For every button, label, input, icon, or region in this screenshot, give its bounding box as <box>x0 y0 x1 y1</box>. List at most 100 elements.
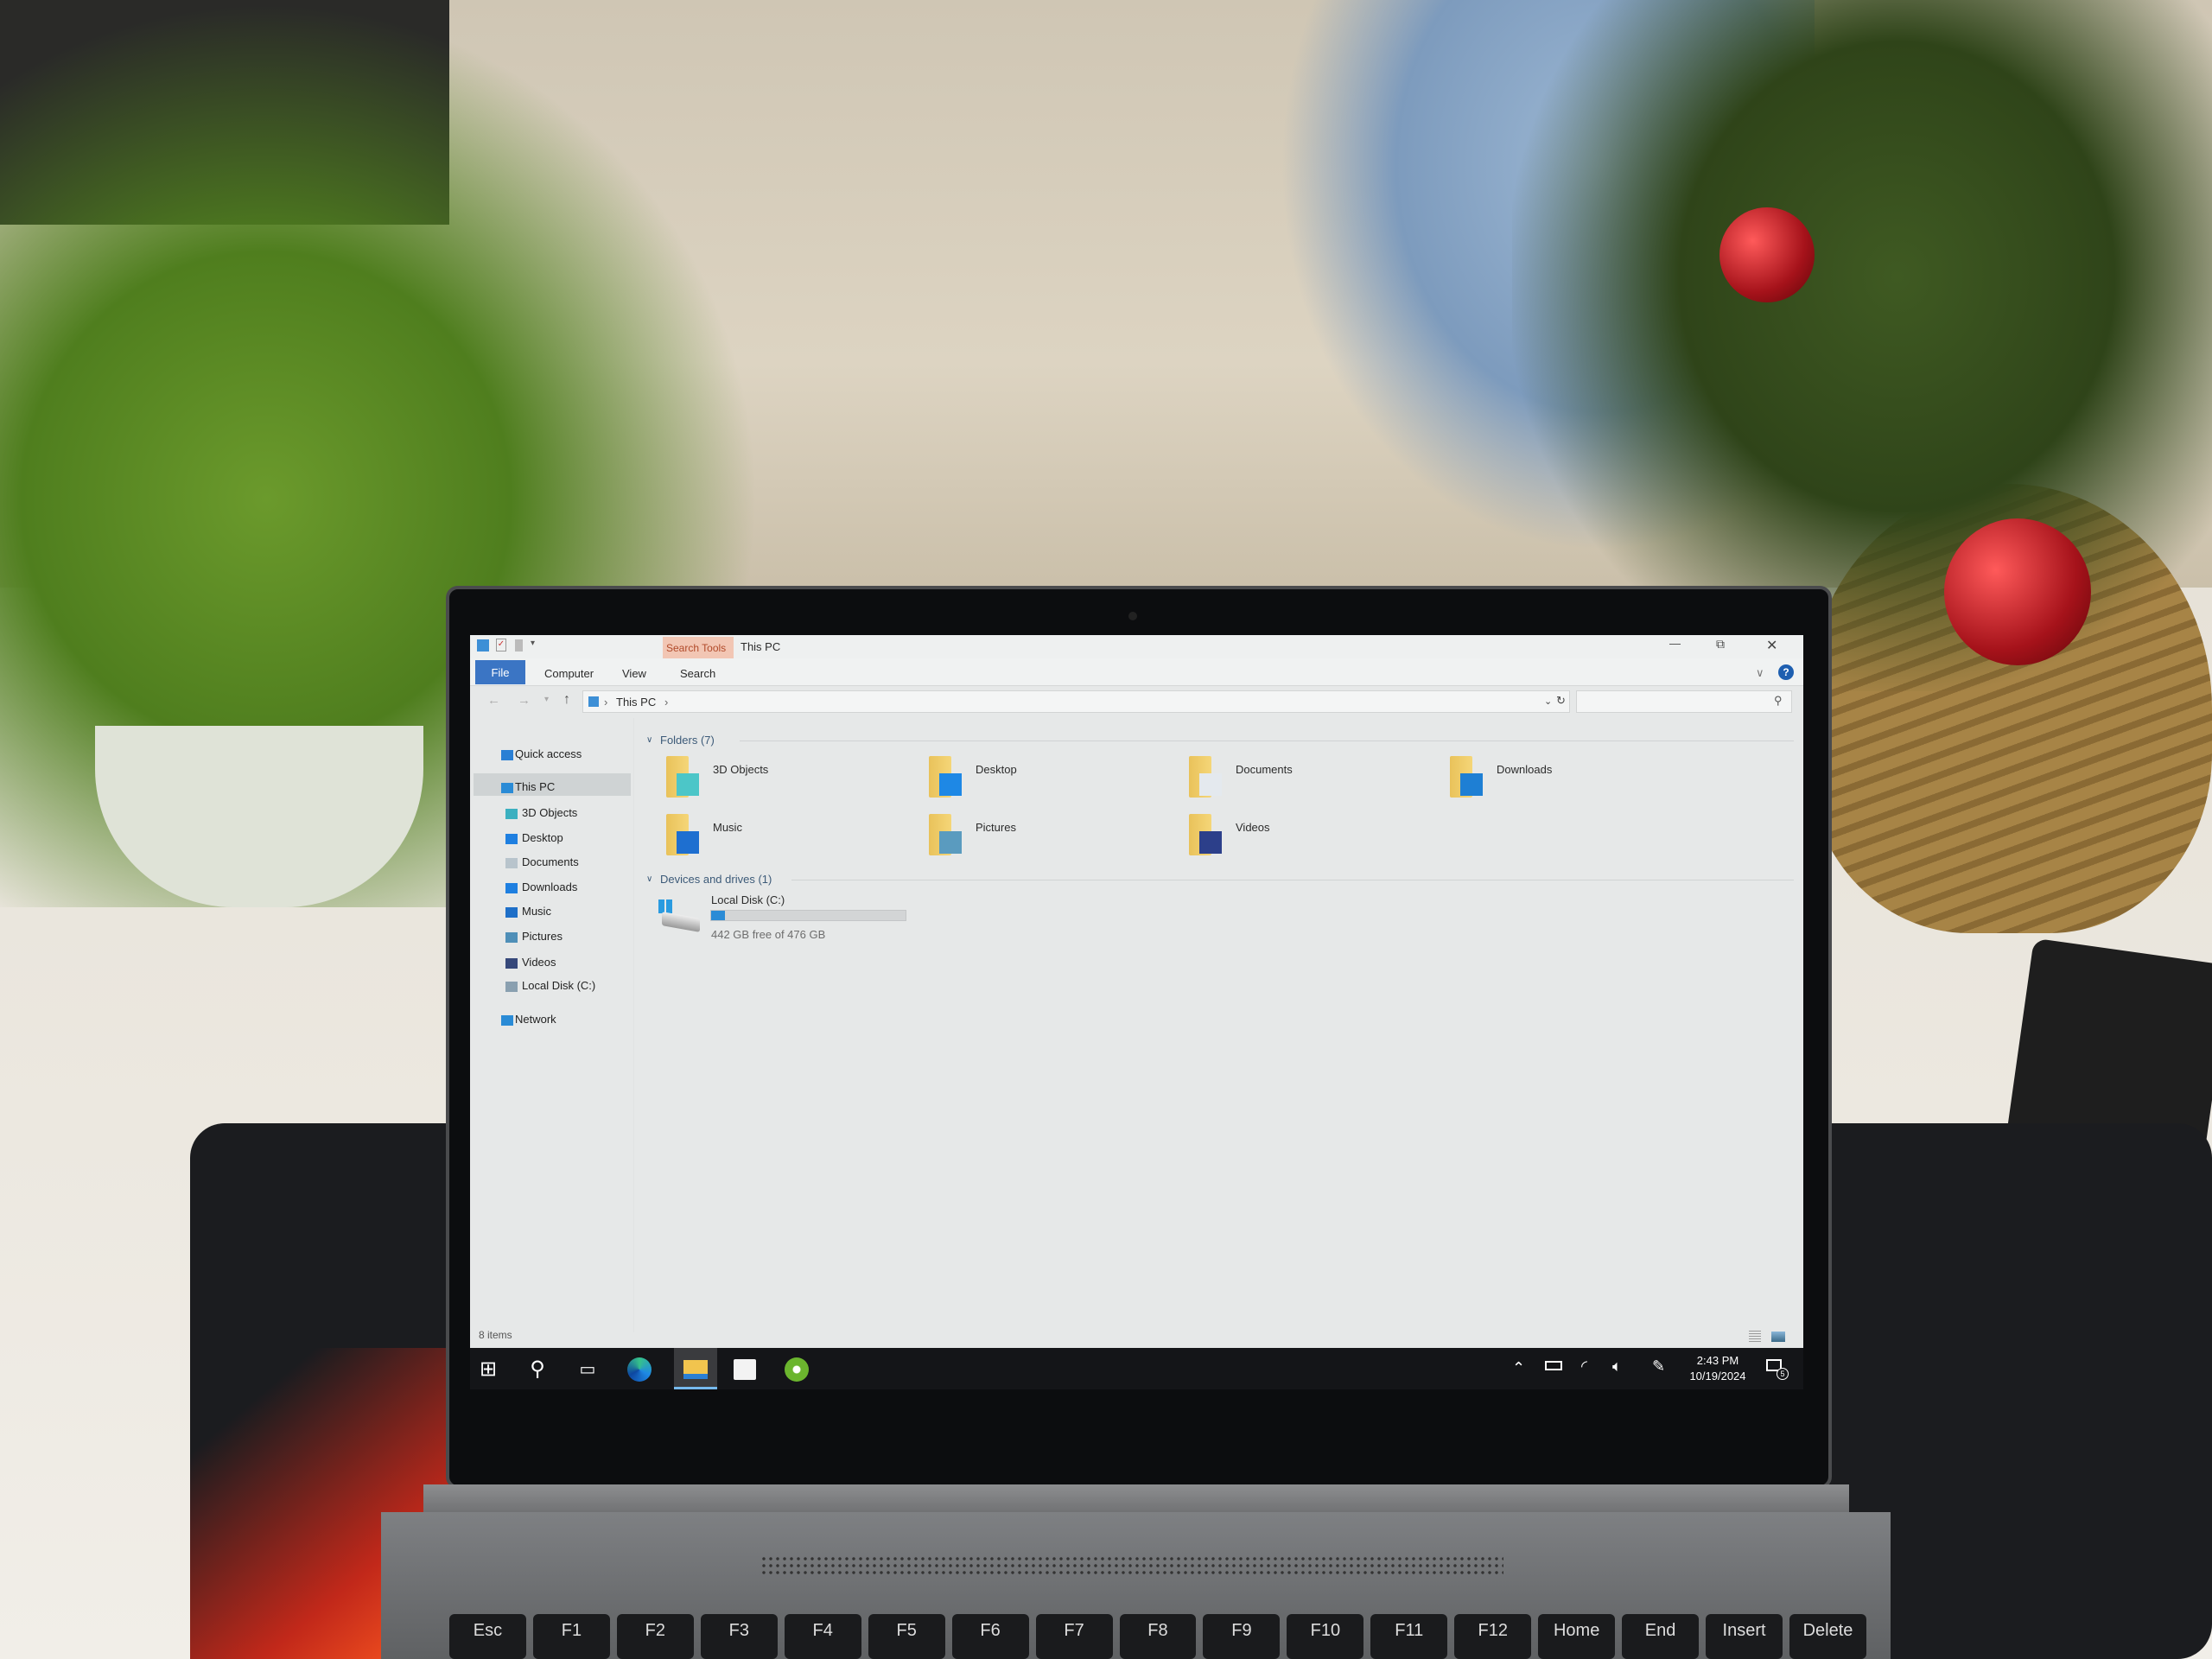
sidebar-item-3d-objects[interactable]: 3D Objects <box>522 806 577 819</box>
document-folder-icon[interactable] <box>1189 756 1222 799</box>
cube-folder-icon[interactable] <box>666 756 699 799</box>
key-f9[interactable]: F9 <box>1203 1614 1281 1659</box>
chevron-down-icon[interactable]: ∨ <box>646 735 652 745</box>
large-icons-view-icon[interactable] <box>1771 1332 1785 1342</box>
wifi-icon[interactable]: ◜ <box>1581 1357 1587 1376</box>
laptop-screen: ✓ ▾ Search Tools This PC — ⧉ ✕ File Comp… <box>470 635 1803 1389</box>
coccoc-icon[interactable] <box>785 1357 809 1382</box>
pen-icon[interactable]: ✎ <box>1652 1357 1665 1376</box>
address-bar[interactable]: › This PC › ⌄ ↻ <box>582 690 1570 713</box>
search-input[interactable]: ⚲ <box>1576 690 1792 713</box>
video-folder-icon[interactable] <box>1189 814 1222 857</box>
help-button[interactable]: ? <box>1778 664 1794 680</box>
restore-button[interactable]: ⧉ <box>1716 637 1725 652</box>
properties-icon[interactable]: ✓ <box>496 639 506 652</box>
music-icon <box>505 907 518 918</box>
key-f4[interactable]: F4 <box>784 1614 861 1659</box>
sidebar-item-documents[interactable]: Documents <box>522 855 579 868</box>
music-folder-icon[interactable] <box>666 814 699 857</box>
clock-date[interactable]: 10/19/2024 <box>1684 1370 1751 1382</box>
picture-folder-icon[interactable] <box>929 814 962 857</box>
chevron-down-icon[interactable]: ∨ <box>646 874 652 884</box>
key-f5[interactable]: F5 <box>868 1614 945 1659</box>
key-f8[interactable]: F8 <box>1119 1614 1197 1659</box>
new-folder-icon[interactable] <box>515 639 523 652</box>
folders-group-header[interactable]: Folders (7) <box>660 734 715 747</box>
drive-icon[interactable] <box>658 899 702 934</box>
key-f3[interactable]: F3 <box>700 1614 778 1659</box>
customize-toolbar-icon[interactable]: ▾ <box>531 639 535 648</box>
search-icon[interactable]: ⚲ <box>524 1356 551 1383</box>
back-button[interactable]: ← <box>487 693 500 708</box>
key-delete[interactable]: Delete <box>1789 1614 1866 1659</box>
tab-view[interactable]: View <box>622 667 646 680</box>
address-dropdown-icon[interactable]: ⌄ <box>1544 696 1552 707</box>
ornament <box>1944 518 2091 665</box>
picture-icon <box>505 932 518 943</box>
sidebar-item-downloads[interactable]: Downloads <box>522 880 577 893</box>
key-insert[interactable]: Insert <box>1706 1614 1783 1659</box>
breadcrumb-this-pc[interactable]: This PC <box>616 696 656 709</box>
download-icon <box>1460 773 1483 796</box>
key-end[interactable]: End <box>1622 1614 1700 1659</box>
volume-icon[interactable]: 🔈︎ <box>1612 1357 1622 1376</box>
ornament <box>1719 207 1815 302</box>
sidebar-item-videos[interactable]: Videos <box>522 956 556 969</box>
battery-icon[interactable] <box>1545 1361 1562 1370</box>
refresh-icon[interactable]: ↻ <box>1556 694 1566 708</box>
folder-label[interactable]: Music <box>713 821 742 834</box>
drive-icon <box>505 982 518 992</box>
key-f12[interactable]: F12 <box>1454 1614 1532 1659</box>
sidebar-item-this-pc[interactable]: This PC <box>515 780 555 793</box>
desktop-folder-icon[interactable] <box>929 756 962 799</box>
download-folder-icon[interactable] <box>1450 756 1483 799</box>
computer-icon <box>588 696 599 707</box>
folder-label[interactable]: Downloads <box>1497 763 1552 776</box>
devices-group-header[interactable]: Devices and drives (1) <box>660 873 772 886</box>
folder-label[interactable]: Videos <box>1236 821 1270 834</box>
edge-icon[interactable] <box>627 1357 652 1382</box>
key-f7[interactable]: F7 <box>1035 1614 1113 1659</box>
up-button[interactable]: ↑ <box>563 692 570 708</box>
folder-label[interactable]: Pictures <box>976 821 1016 834</box>
clock-time[interactable]: 2:43 PM <box>1695 1354 1740 1367</box>
tab-search[interactable]: Search <box>680 667 715 680</box>
task-view-icon[interactable]: ▭ <box>574 1356 601 1383</box>
recent-locations-icon[interactable]: ▾ <box>544 695 549 704</box>
sidebar-item-pictures[interactable]: Pictures <box>522 930 563 943</box>
key-home[interactable]: Home <box>1538 1614 1616 1659</box>
star-icon <box>501 750 513 760</box>
sidebar-item-music[interactable]: Music <box>522 905 551 918</box>
video-icon <box>1199 831 1222 854</box>
file-explorer-icon[interactable] <box>683 1360 708 1379</box>
close-button[interactable]: ✕ <box>1766 637 1777 654</box>
key-esc[interactable]: Esc <box>449 1614 526 1659</box>
key-f1[interactable]: F1 <box>532 1614 610 1659</box>
sidebar-item-desktop[interactable]: Desktop <box>522 831 563 844</box>
picture-icon <box>939 831 962 854</box>
key-f2[interactable]: F2 <box>616 1614 694 1659</box>
computer-icon <box>501 783 513 793</box>
sidebar-item-quick-access[interactable]: Quick access <box>515 747 582 760</box>
search-tools-context-tab[interactable]: Search Tools <box>663 637 734 658</box>
folder-label[interactable]: Documents <box>1236 763 1293 776</box>
sidebar-item-local-disk-c[interactable]: Local Disk (C:) <box>522 979 595 992</box>
key-f6[interactable]: F6 <box>951 1614 1029 1659</box>
tab-computer[interactable]: Computer <box>544 667 594 680</box>
minimize-button[interactable]: — <box>1669 637 1681 650</box>
key-f10[interactable]: F10 <box>1287 1614 1364 1659</box>
show-hidden-icons-chevron[interactable]: ⌃ <box>1512 1359 1525 1377</box>
sidebar-item-network[interactable]: Network <box>515 1013 556 1026</box>
expand-ribbon-icon[interactable]: ∨ <box>1756 666 1764 680</box>
drive-usage-fill <box>711 911 726 920</box>
store-icon[interactable] <box>734 1359 756 1380</box>
forward-button[interactable]: → <box>518 693 531 708</box>
details-view-icon[interactable] <box>1749 1331 1761 1343</box>
key-f11[interactable]: F11 <box>1370 1614 1448 1659</box>
folder-label[interactable]: 3D Objects <box>713 763 768 776</box>
windows-start-icon[interactable]: ⊞ <box>474 1356 502 1383</box>
tab-file[interactable]: File <box>475 660 525 684</box>
drive-label[interactable]: Local Disk (C:) <box>711 893 785 906</box>
breadcrumb-separator[interactable]: › <box>664 696 668 709</box>
folder-label[interactable]: Desktop <box>976 763 1017 776</box>
